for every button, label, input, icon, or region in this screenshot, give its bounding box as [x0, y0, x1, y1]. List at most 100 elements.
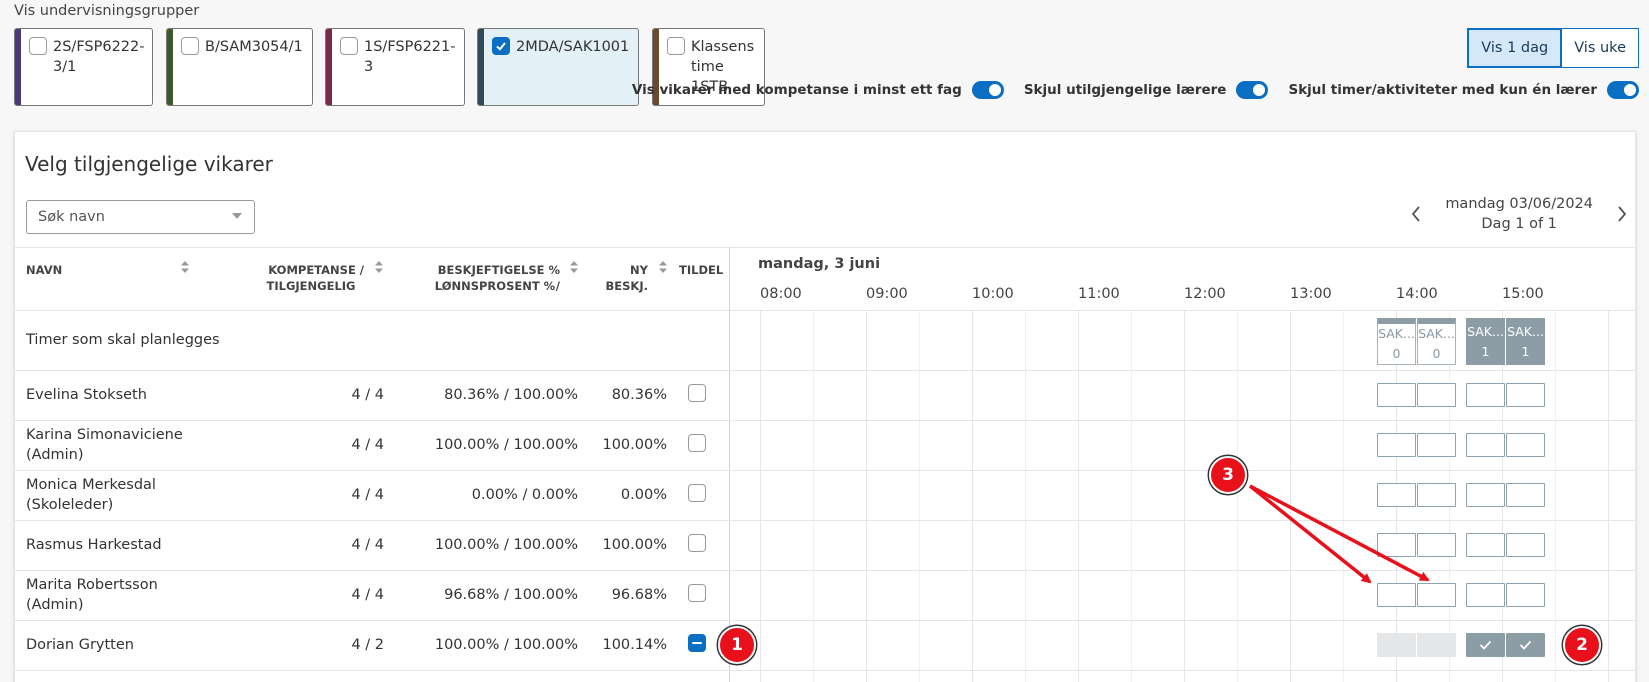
group-label: B/SAM3054/1 [205, 37, 303, 105]
date-navigation: mandag 03/06/2024 Dag 1 of 1 [1405, 194, 1633, 234]
half-hour-gridline [1025, 310, 1026, 682]
group-card-body: 1S/FSP6221- 3 [332, 29, 455, 105]
search-placeholder: Søk navn [38, 209, 105, 225]
lesson-assign-slot[interactable] [1377, 433, 1416, 457]
group-card-body: 2S/FSP6222- 3/1 [21, 29, 144, 105]
planned-lesson-slot[interactable]: SAK... 0 [1417, 318, 1456, 365]
group-label: 2S/FSP6222- 3/1 [53, 37, 144, 105]
lesson-assign-slot[interactable] [1377, 383, 1416, 407]
employment-cell: 100.00% / 100.00% [434, 437, 578, 453]
hour-gridline [1078, 310, 1079, 682]
new-employment-cell: 96.68% [611, 587, 667, 603]
group-checkbox[interactable] [181, 37, 199, 55]
group-card[interactable]: B/SAM3054/1 [166, 28, 313, 106]
half-hour-gridline [813, 310, 814, 682]
new-employment-cell: 100.14% [602, 637, 667, 653]
sort-icon[interactable] [180, 260, 190, 274]
name-line: (Skoleleder) [26, 497, 114, 513]
lesson-assign-slot[interactable] [1506, 483, 1545, 507]
day-counter: Dag 1 of 1 [1481, 216, 1557, 232]
lesson-assign-slot[interactable] [1506, 383, 1545, 407]
competence-cell: 4 / 4 [351, 437, 384, 453]
row-divider [14, 620, 1636, 621]
chevron-left-icon[interactable] [1405, 203, 1427, 225]
col-header-kompetanse-line2: TILGJENGELIG [266, 279, 356, 293]
group-checkbox[interactable] [340, 37, 358, 55]
search-input[interactable]: Søk navn [26, 200, 255, 234]
lesson-assign-slot[interactable] [1466, 383, 1505, 407]
assign-checkbox[interactable] [688, 584, 706, 602]
toggle-hide-unavailable[interactable] [1236, 81, 1269, 99]
name-line: (Admin) [26, 447, 84, 463]
chevron-down-icon [232, 213, 242, 219]
lesson-assign-slot[interactable] [1506, 433, 1545, 457]
check-icon [1479, 640, 1492, 650]
slot-subject: SAK... [1507, 324, 1544, 339]
sort-icon[interactable] [658, 260, 668, 274]
chevron-right-icon[interactable] [1611, 203, 1633, 225]
group-label: 2MDA/SAK1001 [516, 37, 630, 105]
annotation-badge-1: 1 [718, 626, 756, 664]
lesson-assign-slot [1377, 633, 1416, 657]
slot-subject: SAK... [1378, 326, 1415, 341]
lesson-assign-slot[interactable] [1417, 383, 1456, 407]
row-divider [14, 670, 1636, 671]
assign-checkbox[interactable] [688, 534, 706, 552]
assign-checkbox[interactable] [688, 434, 706, 452]
group-checkbox[interactable] [667, 37, 685, 55]
assign-checkbox[interactable] [688, 634, 706, 652]
lesson-assign-slot[interactable] [1506, 533, 1545, 557]
lesson-assign-slot[interactable] [1466, 433, 1505, 457]
col-header-kompetanse[interactable]: KOMPETANSE / [258, 262, 364, 278]
planned-lesson-slot[interactable]: SAK... 0 [1377, 318, 1416, 365]
competence-cell: 4 / 2 [351, 637, 384, 653]
view-week-button[interactable]: Vis uke [1562, 28, 1639, 68]
col-header-beskjeftigelse-line2: LØNNSPROSENT % [434, 279, 556, 293]
col-header-navn[interactable]: NAVN [26, 262, 62, 278]
substitute-name: Dorian Grytten [26, 635, 134, 655]
timeline-hour-label: 09:00 [866, 286, 908, 302]
name-line: Evelina Stokseth [26, 387, 147, 403]
group-label-line: 2MDA/SAK1001 [516, 39, 630, 55]
view-toggle: Vis 1 dag Vis uke [1467, 28, 1639, 68]
timeline-hour-label: 11:00 [1078, 286, 1120, 302]
substitute-name: Marita Robertsson (Admin) [26, 575, 158, 615]
lesson-assign-slot[interactable] [1506, 583, 1545, 607]
lesson-assign-slot[interactable] [1466, 483, 1505, 507]
lesson-assign-slot[interactable] [1506, 633, 1545, 657]
substitute-name: Rasmus Harkestad [26, 535, 162, 555]
slot-subject: SAK... [1418, 326, 1455, 341]
slot-count: 1 [1481, 344, 1490, 359]
lesson-assign-slot[interactable] [1466, 583, 1505, 607]
new-employment-cell: 80.36% [611, 387, 667, 403]
group-card[interactable]: 2MDA/SAK1001 [477, 28, 639, 106]
group-label-line: B/SAM3054/1 [205, 39, 303, 55]
new-employment-cell: 0.00% [620, 487, 667, 503]
lesson-assign-slot[interactable] [1466, 533, 1505, 557]
filter-toggles: Vis vikarer med kompetanse i minst ett f… [632, 81, 1639, 99]
name-line: Marita Robertsson [26, 577, 158, 593]
assign-checkbox[interactable] [688, 484, 706, 502]
half-hour-gridline [1555, 310, 1556, 682]
group-checkbox[interactable] [492, 37, 510, 55]
group-checkbox[interactable] [29, 37, 47, 55]
col-header-ny[interactable]: NY [600, 262, 648, 278]
lesson-assign-slot[interactable] [1417, 433, 1456, 457]
timeline-hour-label: 12:00 [1184, 286, 1226, 302]
hour-gridline [1608, 310, 1609, 682]
sort-icon[interactable] [569, 260, 579, 274]
lesson-assign-slot[interactable] [1466, 633, 1505, 657]
planned-lesson-slot[interactable]: SAK... 1 [1466, 318, 1505, 365]
timeline-day-label: mandag, 3 juni [758, 256, 881, 272]
planned-lesson-slot[interactable]: SAK... 1 [1506, 318, 1545, 365]
group-label-line: time [691, 59, 724, 75]
view-day-button[interactable]: Vis 1 dag [1467, 28, 1563, 68]
lesson-assign-slot [1417, 633, 1456, 657]
assign-checkbox[interactable] [688, 384, 706, 402]
group-card[interactable]: 2S/FSP6222- 3/1 [14, 28, 153, 106]
group-card[interactable]: 1S/FSP6221- 3 [325, 28, 465, 106]
group-card-body: 2MDA/SAK1001 [484, 29, 630, 105]
toggle-competence[interactable] [971, 81, 1004, 99]
toggle-hide-single-teacher[interactable] [1607, 81, 1639, 99]
sort-icon[interactable] [374, 260, 384, 274]
